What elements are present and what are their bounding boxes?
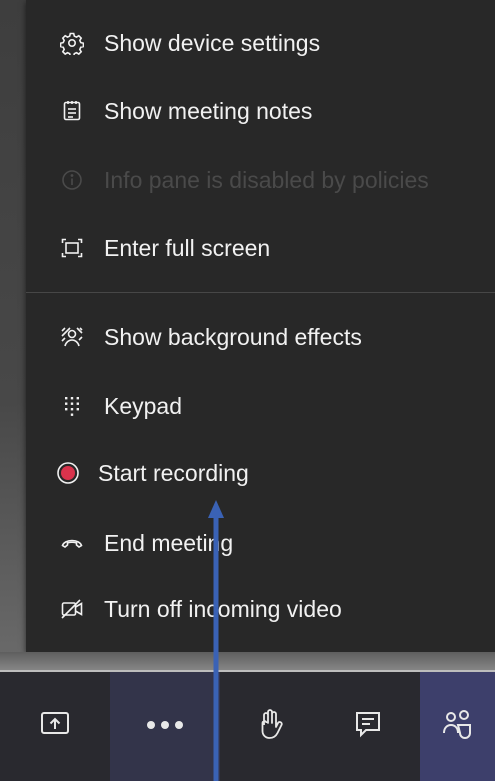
menu-item-start-recording[interactable]: Start recording <box>26 448 495 498</box>
menu-item-label: Start recording <box>98 459 249 486</box>
menu-item-label: Enter full screen <box>104 234 271 261</box>
video-off-icon <box>60 597 84 621</box>
meeting-stage-background <box>0 0 26 670</box>
info-icon <box>60 168 84 192</box>
menu-item-label: Show device settings <box>104 29 321 56</box>
menu-item-show-background-effects[interactable]: Show background effects <box>26 312 495 362</box>
participants-button[interactable] <box>420 672 495 781</box>
menu-item-label: Info pane is disabled by policies <box>104 166 429 193</box>
gear-icon <box>60 31 84 55</box>
stage-background-strip <box>0 652 495 672</box>
menu-item-turn-off-incoming-video[interactable]: Turn off incoming video <box>26 584 495 634</box>
keypad-icon <box>60 394 84 418</box>
chat-button[interactable] <box>320 672 415 781</box>
menu-divider <box>26 292 495 293</box>
background-effects-icon <box>60 325 84 349</box>
fullscreen-icon <box>60 236 84 260</box>
participants-icon <box>441 707 475 746</box>
menu-item-label: Keypad <box>104 392 183 419</box>
meeting-controls-bar <box>0 670 495 781</box>
share-tray-button[interactable] <box>0 672 110 781</box>
raise-hand-icon <box>254 707 286 746</box>
raise-hand-button[interactable] <box>220 672 320 781</box>
record-icon <box>56 461 80 485</box>
hang-up-icon <box>60 531 84 555</box>
menu-item-info-pane-disabled: Info pane is disabled by policies <box>26 155 495 205</box>
annotation-arrow <box>208 500 224 781</box>
menu-item-end-meeting[interactable]: End meeting <box>26 518 495 568</box>
more-actions-icon <box>145 718 185 736</box>
menu-item-keypad[interactable]: Keypad <box>26 381 495 431</box>
notes-icon <box>60 99 84 123</box>
menu-item-label: Show meeting notes <box>104 97 313 124</box>
chat-icon <box>353 709 383 744</box>
more-actions-menu: Show device settings Show meeting notes … <box>26 0 495 652</box>
share-tray-icon <box>39 708 71 745</box>
menu-item-show-device-settings[interactable]: Show device settings <box>26 18 495 68</box>
menu-item-show-meeting-notes[interactable]: Show meeting notes <box>26 86 495 136</box>
menu-item-label: Show background effects <box>104 323 362 350</box>
more-actions-button[interactable] <box>110 672 220 781</box>
menu-item-enter-full-screen[interactable]: Enter full screen <box>26 223 495 273</box>
